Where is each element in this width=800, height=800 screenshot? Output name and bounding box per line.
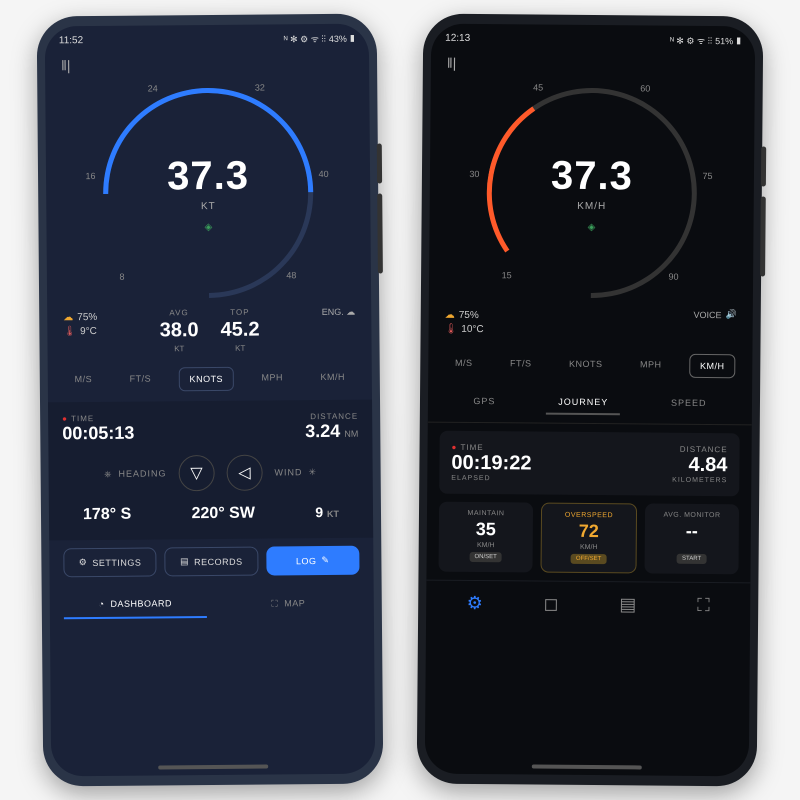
unit-selector: M/S FT/S KNOTS MPH KM/H (428, 338, 752, 389)
nav-map-icon[interactable]: ⛶ (697, 595, 710, 616)
speed-gauge: 81624324048 37.3 KT ◈ (45, 77, 371, 310)
nav-records-icon[interactable]: ▤ (619, 594, 636, 615)
speed-value: 37.3 (167, 153, 249, 199)
log-button[interactable]: LOG✎ (266, 546, 360, 576)
bluetooth-icon: ✳ (308, 467, 317, 478)
unit-tab-kmh[interactable]: KM/H (689, 354, 736, 378)
gauge-icon: ◔ (98, 599, 104, 609)
clock: 11:52 (59, 35, 83, 46)
records-button[interactable]: ▤RECORDS (165, 547, 259, 577)
home-indicator[interactable] (158, 765, 268, 770)
unit-tab-ms[interactable]: M/S (64, 368, 102, 392)
speed-gauge: 153045607590 37.3 KM/H ◈ (429, 77, 755, 310)
section-tab-speed[interactable]: SPEED (659, 392, 719, 417)
nav-bookmark-icon[interactable]: ◻ (543, 594, 558, 615)
wind-direction: 220° SW (192, 505, 255, 524)
nav-settings-icon[interactable]: ⚙ (467, 593, 483, 614)
distance-value: 4.84 (672, 454, 727, 477)
thermometer-icon: 🌡 (445, 324, 458, 335)
phone-nautical: 11:52 ᴺ ✻ ⚙ ᯤ ⫶⫶ 43% ▮ ǁ| 81624324048 37… (37, 14, 384, 787)
overspeed-card[interactable]: OVERSPEED 72 KM/H OFF/SET (540, 503, 637, 574)
unit-tab-mph[interactable]: MPH (630, 353, 672, 377)
records-icon: ▤ (180, 556, 189, 567)
elapsed-time: 00:19:22 (451, 452, 531, 476)
cloud-icon: ☁ (445, 310, 455, 321)
edit-icon: ✎ (321, 555, 329, 566)
unit-tab-fts[interactable]: FT/S (500, 352, 542, 376)
unit-tab-knots[interactable]: KNOTS (559, 353, 613, 377)
settings-button[interactable]: ⚙SETTINGS (63, 547, 157, 577)
unit-tab-knots[interactable]: KNOTS (178, 367, 234, 391)
heading-compass-icon[interactable]: ▽ (178, 455, 214, 491)
elapsed-time: 00:05:13 (62, 423, 134, 445)
gauge-tick: 16 (85, 171, 95, 181)
maintain-card[interactable]: MAINTAIN 35 KM/H ON/SET (438, 502, 533, 573)
wheel-icon: ⎈ (104, 468, 112, 479)
tab-map[interactable]: ⛶MAP (217, 589, 360, 618)
unit-selector: M/S FT/S KNOTS MPH KM/H (48, 352, 372, 403)
gear-icon: ⚙ (79, 557, 88, 568)
speed-value: 37.3 (551, 153, 633, 199)
status-bar: 12:13 ᴺ ✻ ⚙ ᯤ ⫶⫶ 51% ▮ (431, 24, 755, 52)
speaker-icon: 🔊 (725, 309, 736, 320)
speed-unit: KM/H (577, 200, 606, 211)
gauge-tick: 30 (469, 168, 479, 178)
section-tabs: GPS JOURNEY SPEED (428, 386, 752, 426)
gauge-tick: 40 (319, 168, 329, 178)
clock: 12:13 (445, 33, 470, 44)
tab-dashboard[interactable]: ◔DASHBOARD (64, 590, 207, 619)
distance-value: 3.24 (305, 421, 340, 441)
heading-value: 178° S (83, 506, 131, 524)
unit-tab-mph[interactable]: MPH (251, 366, 293, 390)
thermometer-icon: 🌡 (63, 326, 76, 337)
home-indicator[interactable] (532, 765, 642, 770)
cloud-icon: ☁ (63, 312, 73, 323)
gps-icon: ◈ (205, 221, 213, 232)
wind-compass-icon[interactable]: ◁ (226, 455, 262, 491)
section-tab-journey[interactable]: JOURNEY (546, 391, 620, 416)
gps-icon: ◈ (588, 221, 596, 232)
unit-tab-ms[interactable]: M/S (445, 352, 483, 376)
map-icon: ⛶ (271, 598, 278, 609)
avg-monitor-card[interactable]: AVG. MONITOR -- START (644, 503, 739, 574)
status-bar: 11:52 ᴺ ✻ ⚙ ᯤ ⫶⫶ 43% ▮ (45, 24, 369, 52)
unit-tab-fts[interactable]: FT/S (119, 367, 161, 391)
speed-unit: KT (201, 200, 216, 211)
wind-speed: 9 (315, 504, 323, 520)
phone-road: 12:13 ᴺ ✻ ⚙ ᯤ ⫶⫶ 51% ▮ ǁ| 153045607590 3… (417, 14, 764, 787)
section-tab-gps[interactable]: GPS (461, 390, 507, 414)
unit-tab-kmh[interactable]: KM/H (310, 366, 355, 390)
gauge-tick: 75 (702, 171, 712, 181)
